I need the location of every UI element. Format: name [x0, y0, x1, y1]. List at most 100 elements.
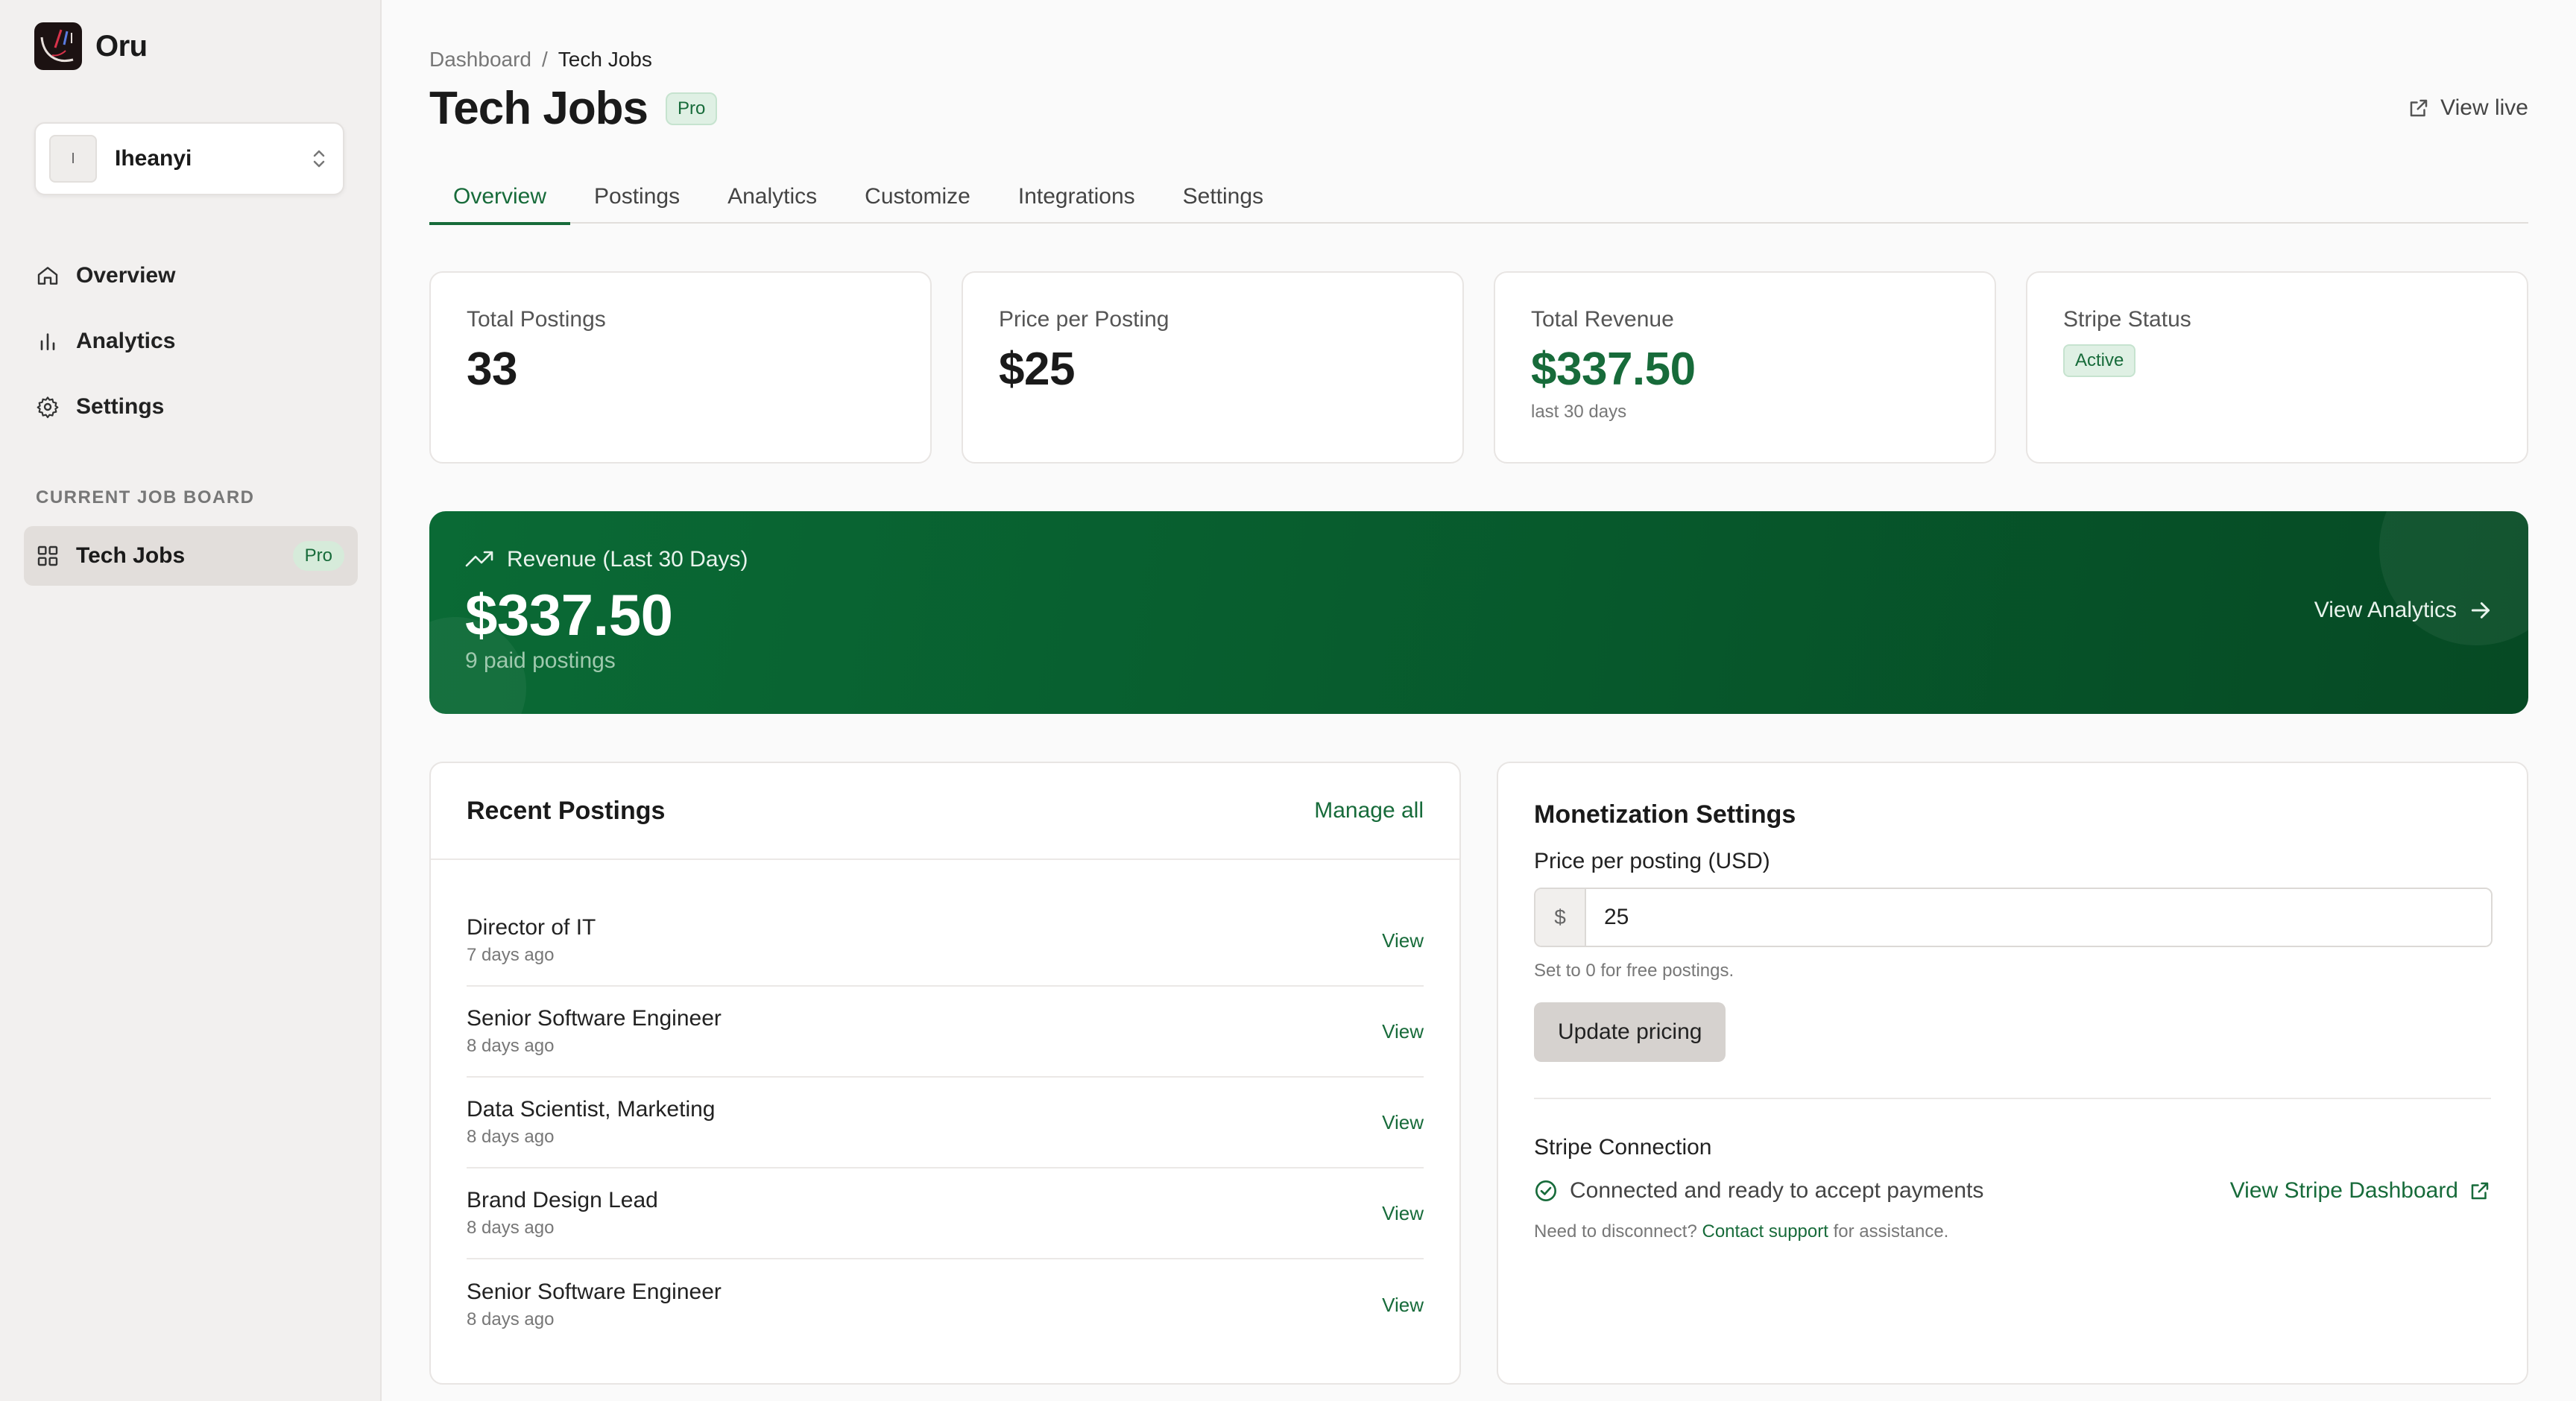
breadcrumb: Dashboard / Tech Jobs [429, 48, 652, 72]
sidebar-item-label: Settings [76, 394, 165, 419]
view-posting-link[interactable]: View [1382, 1202, 1424, 1225]
stat-subtext: last 30 days [1531, 402, 1627, 422]
posting-title: Senior Software Engineer [467, 1280, 722, 1304]
view-posting-link[interactable]: View [1382, 1020, 1424, 1043]
view-analytics-label: View Analytics [2314, 598, 2457, 622]
chevron-up-down-icon [313, 150, 325, 168]
bar-chart-icon [40, 333, 55, 350]
card-title: Monetization Settings [1534, 800, 1796, 829]
price-input[interactable] [1586, 889, 2491, 946]
manage-all-link[interactable]: Manage all [1314, 798, 1424, 823]
view-live-label: View live [2440, 95, 2528, 120]
workspace-switcher[interactable]: I Iheanyi [34, 122, 344, 195]
sidebar-item-current-board[interactable]: Tech Jobs Pro [24, 526, 358, 586]
sidebar-item-label: Analytics [76, 329, 176, 353]
posting-title: Data Scientist, Marketing [467, 1097, 716, 1122]
price-help-text: Set to 0 for free postings. [1534, 961, 1734, 981]
arrow-right-icon [2471, 602, 2490, 619]
posting-title: Director of IT [467, 915, 596, 940]
tab-overview[interactable]: Overview [429, 170, 571, 225]
posting-date: 8 days ago [467, 1218, 555, 1238]
view-posting-link[interactable]: View [1382, 1111, 1424, 1134]
stat-label: Price per Posting [999, 307, 1169, 332]
section-label-current-board: CURRENT JOB BOARD [36, 487, 255, 507]
brand-logo-icon [34, 22, 82, 70]
stat-label: Stripe Status [2063, 307, 2191, 332]
main-content: Dashboard / Tech Jobs Tech Jobs Pro View… [382, 0, 2576, 1401]
sidebar-item-label: Overview [76, 263, 176, 288]
posting-title: Senior Software Engineer [467, 1006, 722, 1031]
banner-value: $337.50 [465, 582, 673, 648]
tab-settings[interactable]: Settings [1159, 170, 1287, 224]
status-badge: Active [2063, 344, 2136, 377]
contact-support-link[interactable]: Contact support [1702, 1221, 1828, 1242]
stat-value: $337.50 [1531, 344, 1696, 395]
recent-postings-header: Recent Postings Manage all [431, 763, 1459, 860]
gear-icon [37, 396, 59, 419]
app-root: Oru I Iheanyi Overview Analytics Setting… [0, 0, 2576, 1401]
stat-label: Total Postings [467, 307, 606, 332]
list-item: Brand Design Lead 8 days ago View [467, 1168, 1424, 1259]
price-field-label: Price per posting (USD) [1534, 849, 1770, 873]
banner-subtext: 9 paid postings [465, 648, 616, 673]
view-stripe-dashboard-link[interactable]: View Stripe Dashboard [2230, 1178, 2491, 1204]
brand-name: Oru [95, 29, 148, 63]
recent-postings-card: Recent Postings Manage all Director of I… [429, 762, 1461, 1385]
sidebar-item-label: Tech Jobs [76, 543, 186, 568]
tab-postings[interactable]: Postings [570, 170, 704, 224]
disconnect-note: Need to disconnect? Contact support for … [1534, 1221, 2491, 1242]
tab-customize[interactable]: Customize [841, 170, 994, 224]
view-live-link[interactable]: View live [2408, 95, 2528, 121]
stats-row: Total Postings 33 Price per Posting $25 … [429, 271, 2528, 464]
posting-date: 8 days ago [467, 1309, 555, 1329]
tab-bar: Overview Postings Analytics Customize In… [429, 170, 2528, 225]
monetization-body: Monetization Settings Price per posting … [1498, 763, 2527, 1280]
breadcrumb-root[interactable]: Dashboard [429, 48, 531, 72]
sidebar-item-overview[interactable]: Overview [24, 243, 356, 309]
plan-badge: Pro [292, 541, 344, 571]
brand[interactable]: Oru [24, 22, 356, 70]
stat-card-total-revenue: Total Revenue $337.50 last 30 days [1494, 271, 1996, 464]
stat-card-price-per-posting: Price per Posting $25 [962, 271, 1464, 464]
stripe-status-text: Connected and ready to accept payments [1570, 1178, 1984, 1203]
sidebar-nav: Overview Analytics Settings [24, 243, 356, 440]
sidebar: Oru I Iheanyi Overview Analytics Setting… [0, 0, 382, 1401]
stripe-link-label: View Stripe Dashboard [2229, 1178, 2458, 1203]
card-title: Recent Postings [467, 796, 666, 825]
title-row: Tech Jobs Pro [429, 82, 718, 135]
stripe-connection-row: Connected and ready to accept payments V… [1534, 1178, 2491, 1204]
view-posting-link[interactable]: View [1382, 1294, 1424, 1317]
grid-icon [37, 545, 58, 566]
disconnect-prefix: Need to disconnect? [1534, 1221, 1697, 1242]
sidebar-item-settings[interactable]: Settings [24, 374, 356, 440]
list-item: Data Scientist, Marketing 8 days ago Vie… [467, 1078, 1424, 1168]
disconnect-suffix: for assistance. [1833, 1221, 1949, 1242]
trending-up-icon [465, 551, 493, 567]
external-link-icon [2471, 1182, 2489, 1200]
list-item: Senior Software Engineer 8 days ago View [467, 987, 1424, 1078]
divider [1534, 1098, 2491, 1099]
price-input-group: $ [1534, 888, 2493, 947]
workspace-name: Iheanyi [115, 146, 192, 171]
sidebar-item-analytics[interactable]: Analytics [24, 309, 356, 374]
posting-date: 8 days ago [467, 1036, 555, 1056]
tab-analytics[interactable]: Analytics [704, 170, 841, 224]
banner-header: Revenue (Last 30 Days) [465, 547, 748, 572]
view-posting-link[interactable]: View [1382, 929, 1424, 952]
currency-prefix: $ [1535, 889, 1586, 946]
view-analytics-link[interactable]: View Analytics [2314, 598, 2493, 623]
page-title: Tech Jobs [429, 83, 648, 134]
stat-value: 33 [467, 344, 517, 395]
decorative-circle [2379, 511, 2528, 645]
list-item: Director of IT 7 days ago View [467, 896, 1424, 987]
monetization-settings-card: Monetization Settings Price per posting … [1497, 762, 2528, 1385]
revenue-banner: Revenue (Last 30 Days) $337.50 9 paid po… [429, 511, 2528, 714]
posting-date: 8 days ago [467, 1127, 555, 1147]
home-icon [37, 267, 58, 285]
tab-integrations[interactable]: Integrations [994, 170, 1159, 224]
stat-card-stripe-status: Stripe Status Active [2026, 271, 2528, 464]
posting-title: Brand Design Lead [467, 1188, 658, 1212]
banner-label: Revenue (Last 30 Days) [507, 547, 748, 572]
update-pricing-button[interactable]: Update pricing [1534, 1002, 1726, 1062]
check-circle-icon [1535, 1180, 1556, 1201]
